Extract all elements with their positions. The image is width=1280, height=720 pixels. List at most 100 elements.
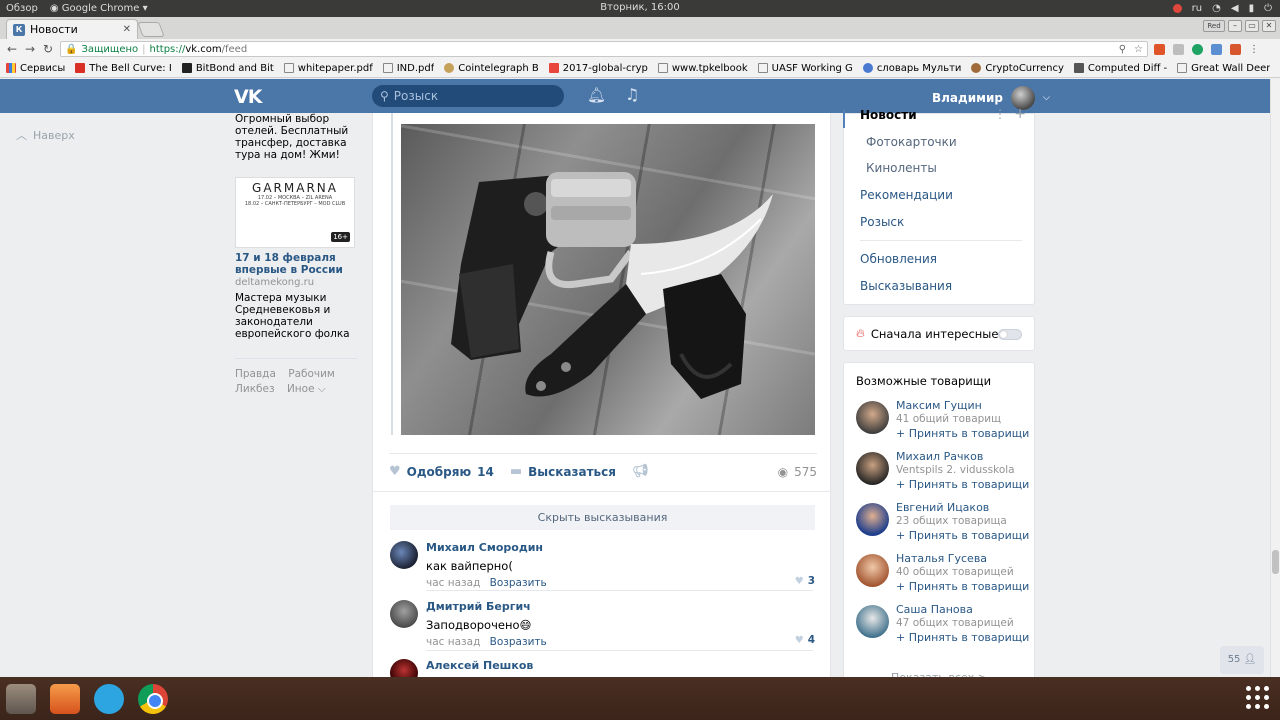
reply-link[interactable]: Возразить (490, 636, 547, 648)
extension-2-icon[interactable] (1173, 43, 1184, 55)
tab-close-icon[interactable]: ✕ (123, 24, 131, 35)
notification-indicator-icon[interactable] (1172, 4, 1182, 13)
comment-button[interactable]: ▬ Высказаться (510, 464, 616, 479)
software-store-icon[interactable] (50, 683, 80, 714)
volume-icon[interactable]: ◀ (1231, 3, 1239, 14)
ad-title-link[interactable]: 17 и 18 февраля впервые в России (235, 252, 357, 276)
menu-item-videos[interactable]: Киноленты (866, 161, 937, 175)
active-app-menu[interactable]: ◉ Google Chrome ▾ (44, 3, 154, 14)
activities-button[interactable]: Обзор (0, 3, 44, 14)
bookmark[interactable]: IND.pdf (382, 63, 434, 74)
reload-icon[interactable]: ↻ (42, 42, 54, 56)
comment-like-button[interactable]: ♥ 3 (795, 575, 815, 587)
add-friend-button[interactable]: + Принять в товарищи (896, 478, 1029, 491)
extension-1-icon[interactable] (1154, 43, 1165, 55)
interesting-first-toggle-card[interactable]: 🔥︎ Сначала интересные (843, 316, 1035, 351)
menu-item-photos[interactable]: Фотокарточки (866, 135, 957, 149)
menu-item-comments[interactable]: Высказывания (860, 279, 952, 293)
like-button[interactable]: ♥ Одобряю 14 (389, 464, 494, 479)
add-friend-button[interactable]: + Принять в товарищи (896, 427, 1029, 440)
online-friends-badge[interactable]: 55 👤︎ (1220, 646, 1264, 674)
show-apps-grid-icon[interactable] (1246, 686, 1270, 710)
add-friend-button[interactable]: + Принять в товарищи (896, 580, 1029, 593)
bookmark[interactable]: BitBond and Bit (181, 63, 274, 74)
show-all-friends-link[interactable]: Показать всех > (844, 671, 1034, 684)
search-input[interactable]: ⚲ Розыск (372, 85, 564, 107)
add-filter-icon[interactable]: + (1014, 106, 1026, 122)
language-indicator[interactable]: ru (1192, 3, 1202, 14)
comment-author[interactable]: Алексей Пешков (426, 659, 815, 672)
extension-5-icon[interactable] (1230, 43, 1241, 55)
friend-name[interactable]: Михаил Рачков (896, 450, 983, 463)
bookmark[interactable]: Computed Diff - (1073, 63, 1167, 74)
profile-badge[interactable]: Red (1203, 20, 1225, 32)
telegram-icon[interactable] (94, 683, 124, 714)
avatar[interactable] (856, 605, 889, 638)
zoom-icon[interactable]: ⚲ (1119, 44, 1126, 55)
ad-text[interactable]: Огромный выбор отелей. Бесплатный трансф… (235, 113, 357, 161)
avatar[interactable] (390, 541, 418, 569)
maximize-button[interactable]: ▭ (1245, 20, 1259, 32)
wifi-icon[interactable]: ◔ (1212, 3, 1221, 14)
bookmark[interactable]: UASF Working G (757, 63, 853, 74)
music-icon[interactable]: ♫ (625, 85, 639, 104)
hide-comments-button[interactable]: Скрыть высказывания (390, 505, 815, 530)
friend-name[interactable]: Наталья Гусева (896, 552, 987, 565)
bookmark[interactable]: Great Wall Deer (1177, 63, 1270, 74)
share-button[interactable]: 📢︎ (632, 464, 649, 479)
add-friend-button[interactable]: + Принять в товарищи (896, 631, 1029, 644)
files-app-icon[interactable] (6, 683, 36, 714)
interesting-first-toggle[interactable] (998, 329, 1022, 340)
bookmark[interactable]: 2017-global-cryp (548, 63, 648, 74)
reply-link[interactable]: Возразить (490, 577, 547, 589)
friend-name[interactable]: Максим Гущин (896, 399, 982, 412)
chrome-icon[interactable] (138, 683, 168, 714)
bookmark[interactable]: словарь Мульти (862, 63, 961, 74)
scrollbar-thumb[interactable] (1272, 550, 1279, 574)
user-menu[interactable]: Владимир ⌵ (932, 86, 1050, 110)
bookmark[interactable]: www.tpkelbook (657, 63, 748, 74)
bookmark[interactable]: whitepaper.pdf (283, 63, 373, 74)
menu-item-news[interactable]: Новости (860, 108, 917, 122)
menu-settings-icon[interactable]: ⋮ (994, 107, 1006, 121)
avatar[interactable] (390, 600, 418, 628)
post-photo[interactable] (401, 124, 815, 435)
extension-3-icon[interactable] (1192, 43, 1203, 55)
menu-item-updates[interactable]: Обновления (860, 252, 937, 266)
avatar[interactable] (856, 401, 889, 434)
ad-banner-image[interactable]: GARMARNA 17.02 – МОСКВА – ZIL ARENA 18.0… (235, 177, 355, 248)
comment-time[interactable]: час назад (426, 636, 480, 648)
menu-item-search[interactable]: Розыск (860, 215, 904, 229)
power-icon[interactable]: ⏻ (1264, 3, 1272, 14)
extension-4-icon[interactable] (1211, 43, 1222, 55)
bookmark-star-icon[interactable]: ☆ (1134, 44, 1143, 55)
address-bar[interactable]: 🔒 Защищено | https://vk.com/feed ⚲ ☆ (60, 41, 1148, 57)
friend-name[interactable]: Евгений Ицаков (896, 501, 989, 514)
friends-header[interactable]: Возможные товарищи (856, 374, 991, 388)
new-tab-button[interactable] (137, 22, 165, 37)
avatar[interactable] (856, 554, 889, 587)
bookmark[interactable]: Cointelegraph B (444, 63, 539, 74)
friend-name[interactable]: Саша Панова (896, 603, 973, 616)
close-window-button[interactable]: ✕ (1262, 20, 1276, 32)
page-scrollbar[interactable] (1270, 79, 1280, 677)
bookmark-apps[interactable]: Сервисы (6, 63, 65, 74)
back-to-top-button[interactable]: ︿ Наверх (16, 127, 75, 143)
back-icon[interactable]: ← (6, 42, 18, 56)
vk-logo[interactable]: VK (234, 86, 262, 108)
avatar[interactable] (856, 503, 889, 536)
footer-link[interactable]: Рабочим (288, 368, 335, 380)
forward-icon[interactable]: → (24, 42, 36, 56)
menu-icon[interactable]: ⋮ (1249, 44, 1259, 55)
footer-link[interactable]: Иное ⌵ (287, 383, 326, 395)
comment-like-button[interactable]: ♥ 4 (795, 634, 815, 646)
avatar[interactable] (856, 452, 889, 485)
minimize-button[interactable]: – (1228, 20, 1242, 32)
battery-icon[interactable]: ▮ (1249, 3, 1255, 14)
footer-link[interactable]: Ликбез (235, 383, 275, 395)
menu-item-recommendations[interactable]: Рекомендации (860, 188, 953, 202)
ad-domain[interactable]: deltamekong.ru (235, 277, 357, 288)
tab-news[interactable]: К Новости ✕ (6, 19, 138, 39)
comment-author[interactable]: Дмитрий Бергич (426, 600, 815, 613)
footer-link[interactable]: Правда (235, 368, 276, 380)
